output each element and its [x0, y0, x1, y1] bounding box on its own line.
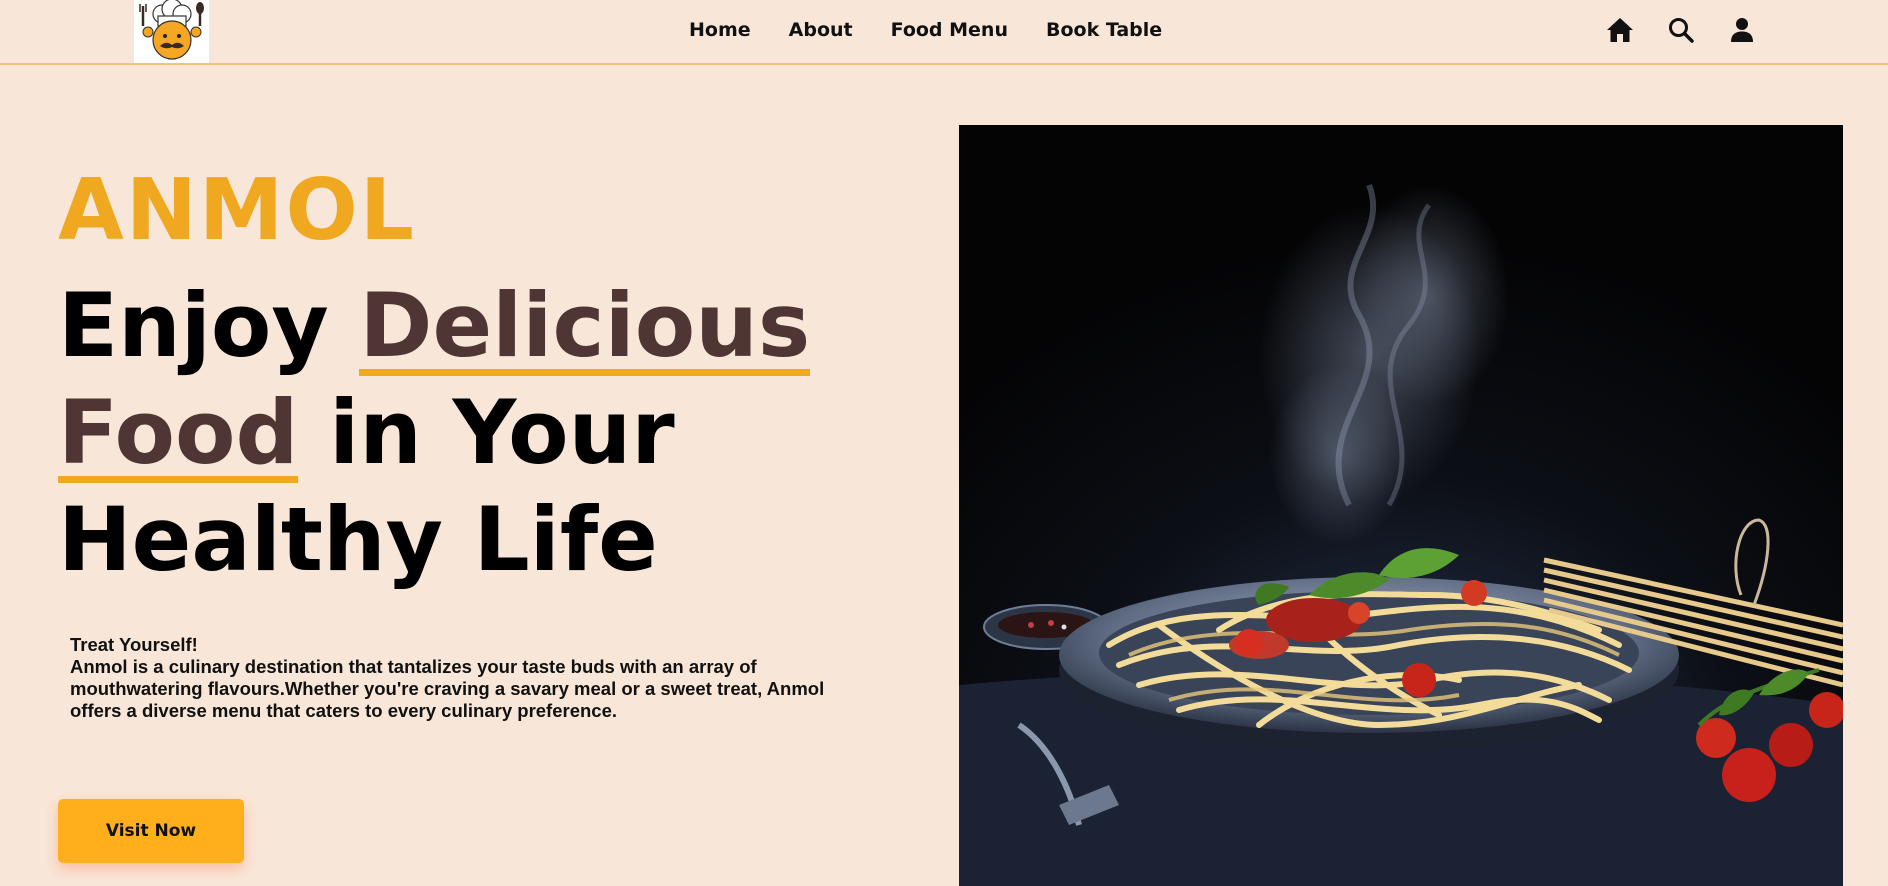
visit-now-button[interactable]: Visit Now [58, 799, 244, 863]
home-icon[interactable] [1606, 16, 1634, 44]
brand-title: ANMOL [58, 161, 416, 260]
headline-part3: Healthy Life [58, 488, 658, 591]
hero-headline: Enjoy Delicious Food in Your Healthy Life [58, 272, 918, 593]
hero-description-text: Anmol is a culinary destination that tan… [70, 656, 825, 721]
headline-part1: Enjoy [58, 274, 360, 377]
hero-tagline: Treat Yourself! [70, 634, 198, 655]
headline-accent-food: Food [58, 381, 299, 484]
chef-logo-icon[interactable] [134, 0, 209, 63]
main-nav: Home About Food Menu Book Table [670, 0, 1181, 60]
search-icon[interactable] [1667, 16, 1695, 44]
headline-accent-delicious: Delicious [359, 274, 811, 377]
headline-part2: in Your [298, 381, 675, 484]
nav-book-table-link[interactable]: Book Table [1046, 19, 1162, 41]
nav-food-menu-link[interactable]: Food Menu [891, 19, 1008, 41]
spaghetti-plate-photo [959, 125, 1843, 886]
hero-description: Treat Yourself! Anmol is a culinary dest… [70, 634, 870, 722]
user-icon[interactable] [1728, 16, 1756, 44]
site-header: Home About Food Menu Book Table [0, 0, 1888, 65]
nav-about-link[interactable]: About [789, 19, 853, 41]
nav-home-link[interactable]: Home [689, 19, 751, 41]
